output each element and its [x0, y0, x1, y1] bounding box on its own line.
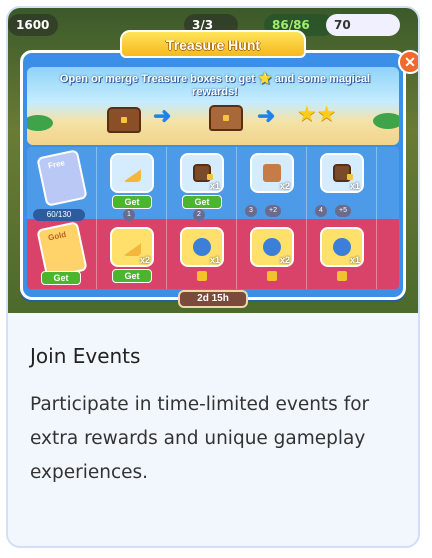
robot-icon [193, 238, 211, 256]
reward-column-partial [377, 147, 399, 289]
palm-leaf-icon [373, 113, 399, 129]
arrow-right-icon: ➜ [257, 103, 276, 128]
event-timer: 2d 15h [178, 290, 248, 308]
game-screenshot: 1600 3/3 86/86 70 Treasure Hunt ✕ Open o… [8, 8, 418, 313]
lock-icon [337, 271, 347, 281]
cheese-icon [123, 243, 141, 256]
gold-pass-get-button[interactable]: Get [41, 271, 81, 285]
event-description: Open or merge Treasure boxes to get ⭐ an… [59, 73, 371, 98]
reward-slot: x2 [110, 227, 154, 267]
reward-track: Free 60/130 Gold Get Get 1 x2 Get x1 Get… [27, 147, 399, 289]
reward-column: Get 1 x2 Get [97, 147, 167, 289]
level-badge: 3 [245, 205, 257, 217]
bonus-badge: +5 [335, 205, 351, 217]
reward-slot: x2 [250, 227, 294, 267]
palm-leaf-icon [27, 115, 53, 131]
level-counter: 1600 [8, 14, 58, 36]
reward-slot: x1 [180, 227, 224, 267]
get-button[interactable]: Get [112, 195, 152, 209]
treasure-chest-icon [333, 164, 353, 182]
lock-icon [197, 271, 207, 281]
close-icon[interactable]: ✕ [398, 50, 418, 74]
event-panel: Open or merge Treasure boxes to get ⭐ an… [20, 50, 406, 300]
cheese-icon [123, 169, 141, 182]
get-button[interactable]: Get [112, 269, 152, 283]
get-button[interactable]: Get [182, 195, 222, 209]
hammer-icon [263, 164, 281, 182]
pass-column: Free 60/130 Gold Get [27, 147, 97, 289]
bonus-badge: +2 [265, 205, 281, 217]
treasure-chest-icon [107, 107, 141, 133]
level-badge: 4 [315, 205, 327, 217]
lock-icon [267, 271, 277, 281]
reward-column: x1 4 +5 x1 [307, 147, 377, 289]
reward-slot: x1 [320, 153, 364, 193]
feature-card: 1600 3/3 86/86 70 Treasure Hunt ✕ Open o… [6, 6, 420, 548]
robot-icon [333, 238, 351, 256]
coin-counter: 70 [326, 14, 400, 36]
event-banner: Open or merge Treasure boxes to get ⭐ an… [27, 67, 399, 145]
reward-slot [110, 153, 154, 193]
open-chest-icon [209, 105, 243, 131]
arrow-right-icon: ➜ [153, 103, 172, 128]
event-title: Treasure Hunt [120, 30, 306, 58]
star-progress: 60/130 [33, 209, 85, 221]
reward-column: x1 Get 2 x1 [167, 147, 237, 289]
treasure-chest-icon [193, 164, 213, 182]
reward-column: x2 3 +2 x2 [237, 147, 307, 289]
feature-description: Participate in time-limited events for e… [30, 394, 370, 483]
level-badge: 1 [123, 209, 135, 221]
feature-title: Join Events [30, 344, 141, 368]
level-badge: 2 [193, 209, 205, 221]
reward-slot: x1 [320, 227, 364, 267]
stars-icon: ★★ [297, 101, 337, 126]
reward-slot: x1 [180, 153, 224, 193]
reward-slot: x2 [250, 153, 294, 193]
robot-icon [263, 238, 281, 256]
free-pass-ticket: Free [36, 149, 88, 207]
